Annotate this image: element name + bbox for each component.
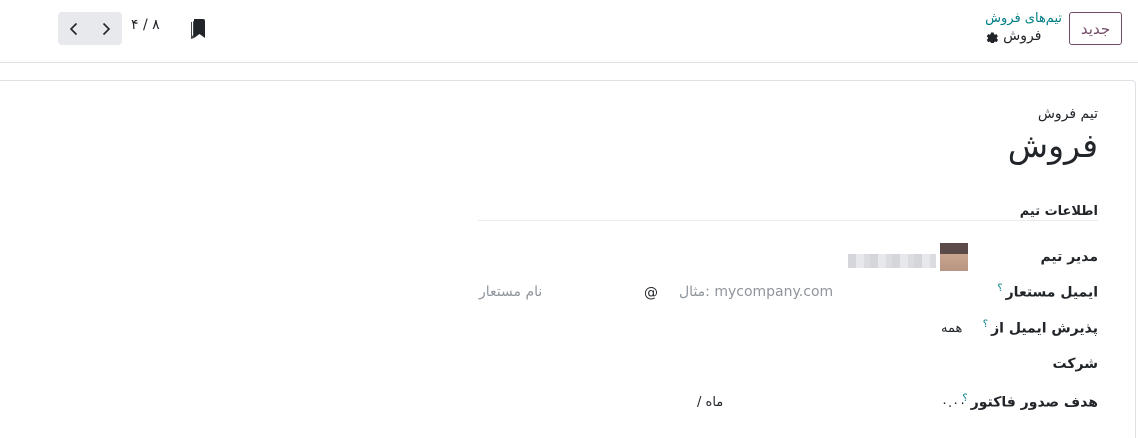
accept-emails-label-text: پذیرش ایمیل از <box>991 320 1098 337</box>
accept-emails-label: پذیرش ایمیل از؟ <box>983 319 1098 337</box>
pager-previous-button[interactable] <box>58 12 90 45</box>
pager <box>58 12 122 45</box>
new-button[interactable]: جدید <box>1069 12 1122 45</box>
accept-emails-select[interactable]: همه <box>941 321 962 336</box>
chevron-left-icon <box>69 22 78 35</box>
email-alias-label-text: ایمیل مستعار <box>1005 284 1098 301</box>
team-name-field[interactable]: فروش <box>1008 124 1098 168</box>
alias-name-input[interactable]: نام مستعار <box>479 284 542 300</box>
breadcrumb-parent-link[interactable]: تیم‌های فروش <box>985 11 1062 27</box>
chevron-right-icon <box>102 22 111 35</box>
help-icon[interactable]: ؟ <box>983 319 988 330</box>
group-title: اطلاعات تیم <box>1019 204 1098 219</box>
email-alias-label: ایمیل مستعار؟ <box>997 283 1098 301</box>
invoicing-target-input[interactable]: ۰.۰۰ <box>941 396 966 411</box>
breadcrumb-current-label: فروش <box>1003 28 1042 44</box>
team-name-label: تیم فروش <box>1037 106 1098 122</box>
at-sign: @ <box>644 285 658 301</box>
alias-domain-field[interactable]: مثال: mycompany.com <box>679 284 833 300</box>
team-manager-field[interactable] <box>848 254 936 268</box>
breadcrumb-current: فروش <box>985 27 1062 45</box>
group-divider <box>478 220 1098 221</box>
invoicing-target-unit: / ماه <box>697 395 724 410</box>
company-label: شرکت <box>1052 356 1098 372</box>
team-manager-label: مدیر تیم <box>1040 249 1098 265</box>
help-icon[interactable]: ؟ <box>997 283 1002 294</box>
pager-counter[interactable]: ۴ / ۸ <box>131 17 160 33</box>
bookmark-icon[interactable] <box>191 19 205 39</box>
invoicing-target-label: هدف صدور فاکتور؟ <box>962 393 1098 411</box>
control-panel: جدید تیم‌های فروش فروش ۴ / ۸ <box>0 0 1138 63</box>
pager-next-button[interactable] <box>90 12 122 45</box>
invoicing-target-label-text: هدف صدور فاکتور <box>970 394 1098 411</box>
breadcrumb: تیم‌های فروش فروش <box>985 11 1062 45</box>
gear-icon[interactable] <box>985 30 999 43</box>
avatar[interactable] <box>940 243 968 271</box>
